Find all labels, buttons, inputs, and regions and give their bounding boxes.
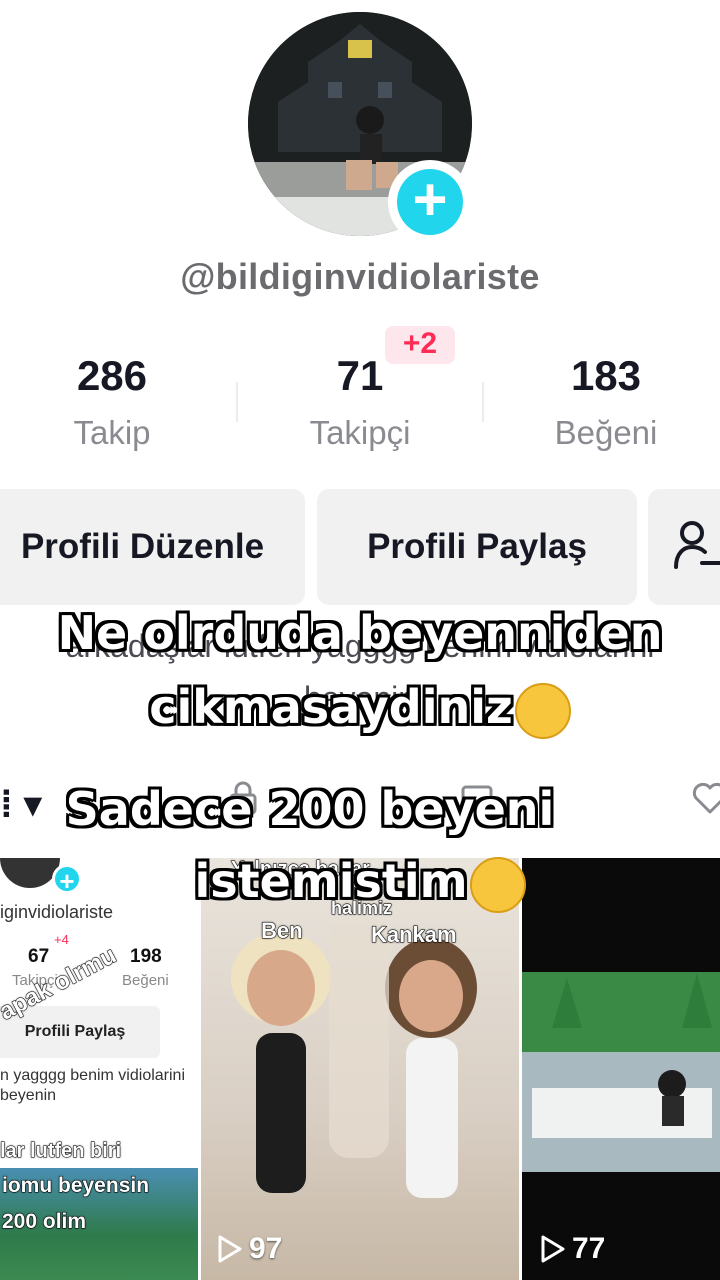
stat-followers-label: Takipçi — [309, 414, 411, 451]
caption-line3: Sadece 200 beyeni — [65, 782, 555, 836]
caption-line2-row: cikmasaydiniz — [0, 680, 720, 739]
mini-bio: n yagggg benim vidiolarini beyenin — [0, 1067, 185, 1104]
heart-icon[interactable] — [690, 778, 720, 818]
mini-overlay-bot1: iomu beyensin — [1, 1174, 150, 1198]
mini-stat-followers: 67 — [28, 946, 50, 967]
stat-likes-label: Beğeni — [554, 414, 658, 451]
video2-label-ben: Ben — [261, 918, 304, 944]
caption-line1: Ne olrduda beyenniden — [57, 606, 663, 660]
profile-avatar[interactable]: + — [248, 12, 472, 244]
mini-label-likes: Beğeni — [122, 972, 169, 989]
confounded-face-icon — [514, 682, 571, 739]
mini-overlay-bot2: 200 olim — [1, 1210, 87, 1234]
new-followers-badge: +2 — [385, 326, 455, 364]
video-thumbnail-2[interactable]: Yalnızca bahar halimiz Ben Kankam 97 — [201, 858, 519, 1280]
edit-profile-button[interactable]: Profili Düzenle — [0, 489, 305, 605]
video2-label-kankam: Kankam — [371, 922, 458, 948]
play-icon — [218, 1235, 242, 1263]
caption-line4: istemistim — [194, 854, 468, 908]
video-art-3 — [522, 972, 720, 1172]
edit-profile-label: Profili Düzenle — [20, 527, 265, 566]
stat-following[interactable]: 286 Takip — [0, 352, 232, 452]
share-profile-label: Profili Paylaş — [367, 527, 587, 566]
video3-views: 77 — [540, 1232, 605, 1266]
plus-icon: + — [397, 169, 463, 235]
video-thumbnail-3[interactable]: 77 — [522, 858, 720, 1280]
caption-line2: cikmasaydiniz — [149, 680, 513, 734]
stat-divider — [236, 382, 238, 422]
stat-following-label: Takip — [73, 414, 151, 451]
video-thumbnail-1[interactable]: + iginvidiolariste 67 +4 Takipçi 198 Beğ… — [0, 858, 198, 1280]
mini-badge: +4 — [54, 932, 69, 947]
add-story-button[interactable]: + — [388, 160, 472, 244]
pensive-face-icon — [469, 856, 526, 913]
caption-line4-row: istemistim — [0, 854, 720, 913]
video3-view-count: 77 — [572, 1232, 606, 1265]
stat-following-value: 286 — [76, 352, 148, 399]
stat-likes[interactable]: 183 Beğeni — [486, 352, 720, 452]
stat-divider — [482, 382, 484, 422]
add-friend-button[interactable] — [648, 489, 720, 605]
share-profile-button[interactable]: Profili Paylaş — [317, 489, 637, 605]
mini-overlay-mid: lar lutfen biri — [0, 1140, 122, 1163]
video2-views: 97 — [217, 1232, 282, 1266]
play-icon — [541, 1235, 565, 1263]
mini-share-label: Profili Paylaş — [24, 1023, 126, 1040]
stat-followers[interactable]: 71 Takipçi — [240, 352, 480, 452]
stat-likes-value: 183 — [570, 352, 642, 399]
add-friend-icon — [674, 521, 720, 569]
video2-view-count: 97 — [249, 1232, 283, 1265]
profile-username: @bildiginvidiolariste — [180, 256, 540, 297]
video-art-2 — [231, 918, 477, 1198]
mini-stat-likes: 198 — [130, 946, 162, 967]
